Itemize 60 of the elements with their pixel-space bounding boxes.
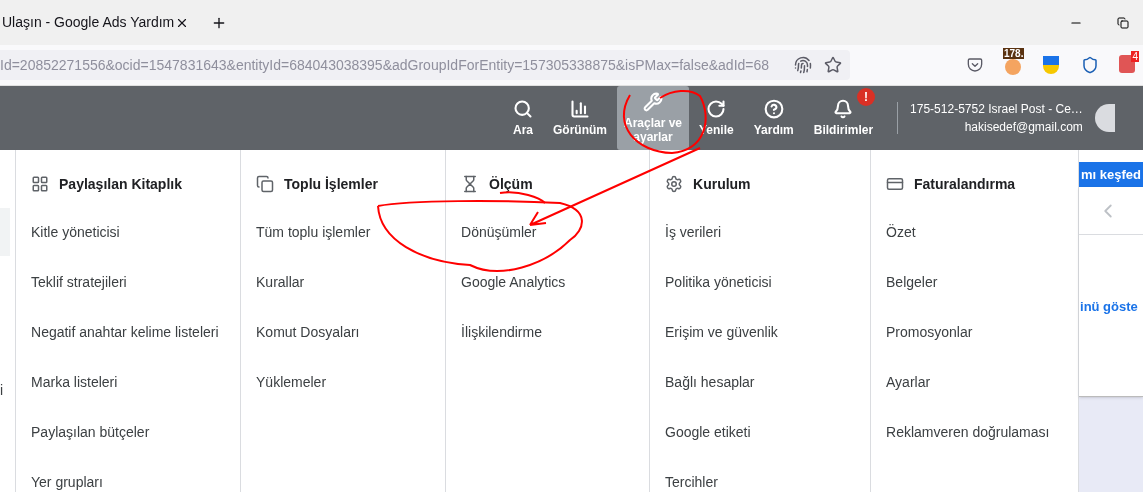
column-heading: Faturalandırma bbox=[914, 174, 1016, 194]
shield-icon[interactable] bbox=[1081, 56, 1099, 74]
menu-item[interactable]: Promosyonlar bbox=[886, 322, 973, 343]
account-name: 175-512-5752 Israel Post - Ce… bbox=[910, 101, 1083, 118]
fingerprint-icon[interactable] bbox=[794, 56, 812, 74]
menu-item[interactable]: Google Analytics bbox=[461, 272, 566, 293]
hand-drawn-stroke bbox=[499, 191, 546, 204]
column-heading: Ölçüm bbox=[489, 174, 533, 194]
pocket-icon[interactable] bbox=[967, 57, 983, 73]
show-link[interactable]: inü göste bbox=[1079, 297, 1143, 317]
alert-badge: ! bbox=[857, 88, 876, 106]
menu-item[interactable]: Yüklemeler bbox=[256, 372, 327, 393]
menu-item[interactable]: Tercihler bbox=[665, 472, 718, 492]
menu-item[interactable]: Reklamveren doğrulaması bbox=[886, 422, 1050, 443]
extension-badge: 4 bbox=[1131, 51, 1139, 62]
menu-item[interactable]: Paylaşılan bütçeler bbox=[31, 422, 150, 443]
bell-icon bbox=[833, 99, 854, 119]
toolbar-button[interactable]: Yardım bbox=[743, 86, 804, 150]
explore-button[interactable]: mı keşfed bbox=[1079, 162, 1143, 188]
hourglass-icon bbox=[461, 175, 479, 193]
menu-item[interactable]: Özet bbox=[886, 222, 916, 243]
menu-item[interactable]: Google etiketi bbox=[665, 422, 751, 443]
toolbar-button[interactable]: Bildirimler ! bbox=[803, 86, 884, 150]
toolbar-button[interactable]: Ara bbox=[503, 86, 543, 150]
menu-item[interactable]: Teklif stratejileri bbox=[31, 272, 127, 293]
menu-item[interactable]: Ayarlar bbox=[886, 372, 931, 393]
menu-item[interactable]: Marka listeleri bbox=[31, 372, 118, 393]
extension-badge: 178. bbox=[1003, 48, 1025, 59]
menu-item[interactable]: Belgeler bbox=[886, 272, 938, 293]
column-heading: Toplu İşlemler bbox=[284, 174, 378, 194]
card-icon bbox=[886, 175, 904, 193]
menu-item[interactable]: Bağlı hesaplar bbox=[665, 372, 755, 393]
restore-icon[interactable] bbox=[1117, 16, 1129, 29]
wrench-icon bbox=[643, 92, 663, 112]
gear-icon bbox=[665, 175, 683, 193]
menu-item[interactable]: Politika yöneticisi bbox=[665, 272, 772, 293]
menu-item[interactable]: Tüm toplu işlemler bbox=[256, 222, 371, 243]
menu-item[interactable]: Komut Dosyaları bbox=[256, 322, 360, 343]
menu-item[interactable]: Kurallar bbox=[256, 272, 305, 293]
column-heading: Kurulum bbox=[693, 174, 751, 194]
account-email: hakisedef@gmail.com bbox=[964, 119, 1083, 136]
menu-item[interactable]: İlişkilendirme bbox=[461, 322, 542, 343]
refresh-icon bbox=[706, 99, 727, 119]
toolbar-button[interactable]: Görünüm bbox=[543, 86, 617, 150]
menu-item[interactable]: İş verileri bbox=[665, 222, 722, 243]
menu-item[interactable]: Dönüşümler bbox=[461, 222, 537, 243]
column-heading: Paylaşılan Kitaplık bbox=[59, 174, 182, 194]
menu-item[interactable]: Erişim ve güvenlik bbox=[665, 322, 778, 343]
star-icon[interactable] bbox=[824, 56, 842, 74]
menu-item[interactable]: Negatif anahtar kelime listeleri bbox=[31, 322, 219, 343]
menu-item[interactable]: i bbox=[0, 380, 4, 401]
copy-icon bbox=[256, 175, 274, 193]
help-icon bbox=[763, 99, 784, 119]
user-shield-icon[interactable] bbox=[1043, 56, 1059, 74]
tab-title[interactable]: Ulaşın - Google Ads Yardım bbox=[2, 12, 175, 33]
bar-chart-icon bbox=[570, 99, 590, 119]
menu-item[interactable]: Yer grupları bbox=[31, 472, 103, 492]
grid-icon bbox=[31, 175, 49, 193]
menu-item[interactable]: Kitle yöneticisi bbox=[31, 222, 120, 243]
search-icon bbox=[513, 99, 533, 119]
